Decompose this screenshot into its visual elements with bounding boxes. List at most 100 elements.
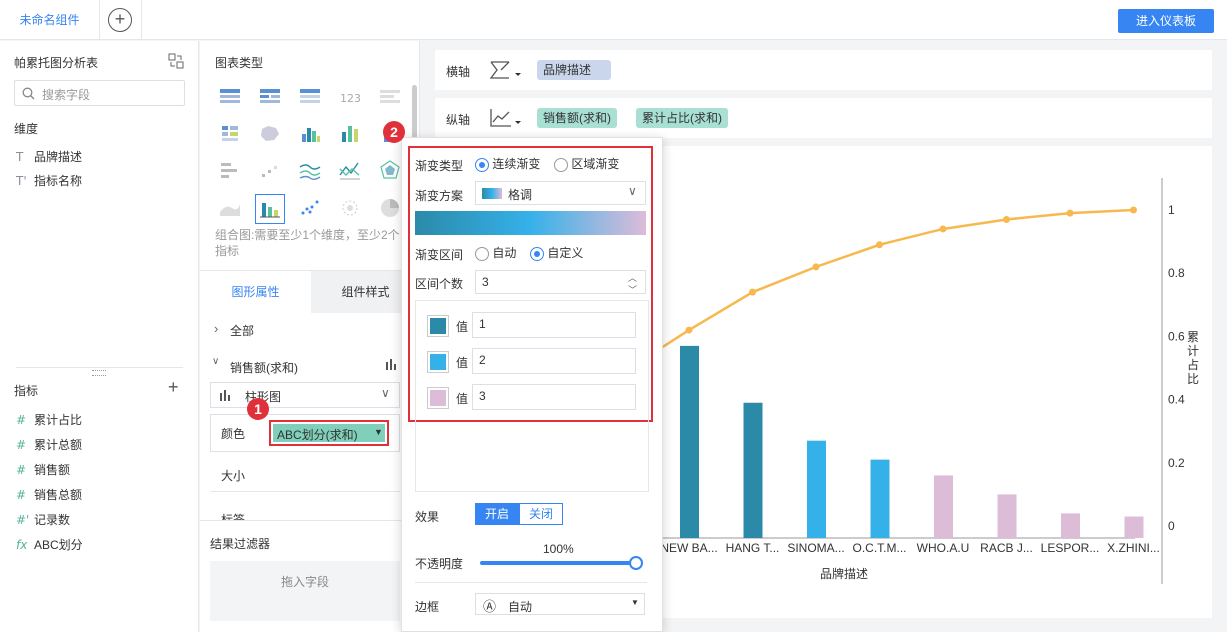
chevron-down-icon: ∨ <box>628 184 637 198</box>
dimension-item[interactable]: T 品牌描述 <box>16 147 82 167</box>
pie-chart-icon[interactable] <box>376 194 404 222</box>
scheme-select[interactable]: 格调 ∨ <box>475 181 646 205</box>
dimension-title: 维度 <box>14 122 39 136</box>
field-label: 记录数 <box>34 513 71 527</box>
all-section-label[interactable]: 全部 <box>230 322 254 339</box>
switch-table-icon[interactable] <box>168 53 184 69</box>
border-select[interactable]: Ⓐ 自动 ▼ <box>475 593 645 615</box>
text-field-icon: T' <box>16 174 27 188</box>
interval-value-input-3[interactable]: 3 <box>472 384 636 410</box>
scatter-small-icon[interactable] <box>256 157 284 185</box>
gradient-region-radio[interactable]: 区域渐变 <box>554 155 619 172</box>
grouped-bar-icon[interactable] <box>296 120 324 148</box>
effect-on-button[interactable]: 开启 <box>475 503 519 525</box>
polyline-chart-icon[interactable] <box>336 157 364 185</box>
dimension-item[interactable]: T' 指标名称 <box>16 171 82 191</box>
opacity-slider-track[interactable] <box>480 561 637 565</box>
line-point <box>685 326 693 334</box>
metric-item[interactable]: # 销售额 <box>16 460 70 480</box>
panel-resize-handle[interactable] <box>92 370 106 376</box>
interval-custom-radio[interactable]: 自定义 <box>530 244 583 261</box>
y-axis-field-cumulative[interactable]: 累计占比(求和) <box>636 108 728 128</box>
metric-item[interactable]: # 销售总额 <box>16 485 82 505</box>
stepper-down-icon[interactable]: ﹀ <box>628 279 637 301</box>
line-chart-icon[interactable] <box>296 157 324 185</box>
add-component-button[interactable]: + <box>108 8 132 32</box>
chevron-down-icon: ∨ <box>381 386 390 400</box>
bubble-chart-icon[interactable] <box>336 194 364 222</box>
area-chart-icon[interactable] <box>216 194 244 222</box>
table-name: 帕累托图分析表 <box>14 56 99 70</box>
crosstab-chart-icon[interactable] <box>256 83 284 111</box>
search-icon <box>22 87 35 100</box>
metric-item[interactable]: #' 记录数 <box>16 510 70 530</box>
line-point <box>1003 215 1010 223</box>
interval-count-stepper[interactable]: 3 ︿ ﹀ <box>475 270 646 295</box>
chart-kind-select[interactable]: 柱形图 ∨ <box>210 382 400 408</box>
opacity-label: 不透明度 <box>415 557 464 571</box>
detail-table-icon[interactable] <box>296 83 324 111</box>
dropdown-arrow-icon[interactable]: ▼ <box>374 427 383 437</box>
formula-icon: fx <box>16 538 28 552</box>
x-tick-label: HANG T... <box>726 541 780 555</box>
field-label: 累计占比 <box>34 413 83 427</box>
color-field-value: ABC划分(求和) <box>277 428 358 442</box>
radio-checked-icon <box>530 246 544 261</box>
chevron-down-icon[interactable]: ∨ <box>212 356 219 367</box>
y-axis-type-icon[interactable] <box>489 107 523 132</box>
map-chart-icon[interactable] <box>256 120 284 148</box>
right-tick-label: 0 <box>1168 519 1175 533</box>
metric-item[interactable]: # 累计占比 <box>16 410 82 430</box>
scheme-swatch <box>482 188 502 199</box>
x-axis-label: 横轴 <box>446 65 471 79</box>
text-list-icon[interactable] <box>376 83 404 111</box>
search-input[interactable]: 搜索字段 <box>14 80 185 106</box>
interval-auto-radio[interactable]: 自动 <box>475 244 516 261</box>
component-tab[interactable]: 未命名组件 <box>0 0 100 40</box>
scatter-chart-icon[interactable] <box>296 194 324 222</box>
bar-chart-icon[interactable] <box>336 120 364 148</box>
field-label: 指标名称 <box>34 174 83 188</box>
x-axis-field[interactable]: 品牌描述 <box>537 60 611 80</box>
tab-graphic-properties[interactable]: 图形属性 <box>200 271 311 313</box>
color-swatch-2[interactable] <box>427 351 449 373</box>
dot-matrix-icon[interactable] <box>216 120 244 148</box>
number-field-icon: # <box>16 438 27 452</box>
metric-item[interactable]: fx ABC划分 <box>16 535 83 555</box>
record-count-icon: #' <box>16 513 30 527</box>
line-point <box>749 288 756 296</box>
radar-chart-icon[interactable] <box>376 157 404 185</box>
interval-value-input-2[interactable]: 2 <box>472 348 636 374</box>
opacity-slider-handle[interactable] <box>629 556 643 570</box>
combo-chart-icon[interactable] <box>255 194 285 224</box>
size-label[interactable]: 大小 <box>221 467 245 484</box>
interval-value-input-1[interactable]: 1 <box>472 312 636 338</box>
color-field-pill[interactable]: ABC划分(求和) ▼ <box>273 424 385 442</box>
horizontal-bar-icon[interactable] <box>216 157 244 185</box>
color-swatch-1[interactable] <box>427 315 449 337</box>
x-tick-label: RACB J... <box>980 541 1033 555</box>
color-swatch-3[interactable] <box>427 387 449 409</box>
table-chart-icon[interactable] <box>216 83 244 111</box>
gradient-continuous-radio[interactable]: 连续渐变 <box>475 155 540 172</box>
radio-unchecked-icon <box>475 246 489 261</box>
metric-item[interactable]: # 累计总额 <box>16 435 82 455</box>
chevron-right-icon[interactable]: › <box>214 321 218 336</box>
kpi-number-icon[interactable]: 123 <box>336 83 364 111</box>
step-badge-1: 1 <box>247 398 269 420</box>
enter-dashboard-button[interactable]: 进入仪表板 <box>1118 9 1214 33</box>
x-axis-type-icon[interactable] <box>489 59 523 84</box>
effect-off-button[interactable]: 关闭 <box>519 503 563 525</box>
y-axis-field-sales[interactable]: 销售额(求和) <box>537 108 617 128</box>
bar <box>870 459 890 538</box>
gradient-type-label: 渐变类型 <box>415 159 464 173</box>
divider <box>141 0 142 40</box>
field-label: 品牌描述 <box>34 150 83 164</box>
value-label: 值 <box>456 392 469 406</box>
bar <box>743 402 763 538</box>
svg-text:123: 123 <box>340 92 361 105</box>
step-badge-2: 2 <box>383 121 405 143</box>
add-metric-icon[interactable]: + <box>168 377 179 398</box>
filter-drop-zone[interactable]: 拖入字段 <box>210 561 400 621</box>
measure-label[interactable]: 销售额(求和) <box>230 359 298 376</box>
